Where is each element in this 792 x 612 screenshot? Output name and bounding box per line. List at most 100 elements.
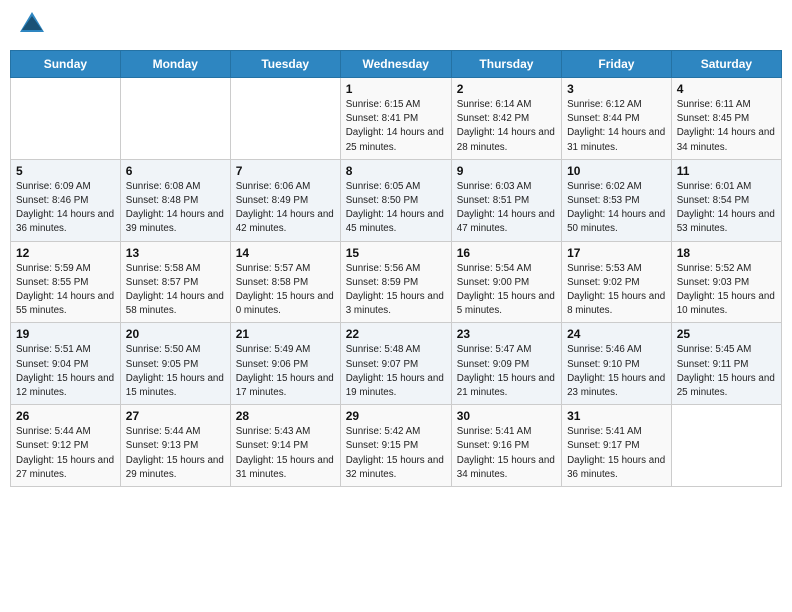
day-number: 2 [457, 82, 556, 96]
calendar-week-row: 5Sunrise: 6:09 AM Sunset: 8:46 PM Daylig… [11, 159, 782, 241]
day-info: Sunrise: 5:58 AM Sunset: 8:57 PM Dayligh… [126, 262, 225, 319]
day-info: Sunrise: 5:54 AM Sunset: 9:00 PM Dayligh… [457, 262, 556, 319]
day-info: Sunrise: 6:14 AM Sunset: 8:42 PM Dayligh… [457, 98, 556, 155]
day-number: 18 [677, 246, 776, 260]
day-of-week-header: Thursday [451, 51, 561, 78]
calendar-week-row: 26 Sunrise: 5:44 AM Sunset: 9:12 PM Dayli… [11, 405, 782, 487]
calendar-cell: 16 Sunrise: 5:54 AM Sunset: 9:00 PM Dayli… [451, 241, 561, 323]
day-info: Sunrise: 5:50 AM Sunset: 9:05 PM Dayligh… [126, 343, 225, 400]
calendar-cell [120, 78, 230, 160]
day-info: Sunrise: 5:51 AM Sunset: 9:04 PM Dayligh… [16, 343, 115, 400]
day-number: 14 [236, 246, 335, 260]
calendar-cell: 6 Sunrise: 6:08 AM Sunset: 8:48 PM Daylig… [120, 159, 230, 241]
calendar-cell: 11 Sunrise: 6:01 AM Sunset: 8:54 PM Dayli… [671, 159, 781, 241]
day-number: 30 [457, 409, 556, 423]
calendar-cell: 2 Sunrise: 6:14 AM Sunset: 8:42 PM Daylig… [451, 78, 561, 160]
day-number: 24 [567, 327, 666, 341]
day-number: 23 [457, 327, 556, 341]
day-number: 11 [677, 164, 776, 178]
calendar-cell: 4Sunrise: 6:11 AM Sunset: 8:45 PM Daylig… [671, 78, 781, 160]
day-info: Sunrise: 5:43 AM Sunset: 9:14 PM Dayligh… [236, 425, 335, 482]
day-number: 15 [346, 246, 446, 260]
page-header [10, 10, 782, 42]
day-info: Sunrise: 6:05 AM Sunset: 8:50 PM Dayligh… [346, 180, 446, 237]
calendar-cell: 21 Sunrise: 5:49 AM Sunset: 9:06 PM Dayli… [230, 323, 340, 405]
calendar-cell: 1 Sunrise: 6:15 AM Sunset: 8:41 PM Daylig… [340, 78, 451, 160]
day-of-week-header: Sunday [11, 51, 121, 78]
day-info: Sunrise: 5:56 AM Sunset: 8:59 PM Dayligh… [346, 262, 446, 319]
calendar-cell: 13 Sunrise: 5:58 AM Sunset: 8:57 PM Dayli… [120, 241, 230, 323]
calendar-cell: 28 Sunrise: 5:43 AM Sunset: 9:14 PM Dayli… [230, 405, 340, 487]
day-number: 6 [126, 164, 225, 178]
day-number: 31 [567, 409, 666, 423]
day-number: 27 [126, 409, 225, 423]
day-info: Sunrise: 5:59 AM Sunset: 8:55 PM Dayligh… [16, 262, 115, 319]
day-info: Sunrise: 5:52 AM Sunset: 9:03 PM Dayligh… [677, 262, 776, 319]
calendar-cell: 27 Sunrise: 5:44 AM Sunset: 9:13 PM Dayli… [120, 405, 230, 487]
calendar-cell: 3 Sunrise: 6:12 AM Sunset: 8:44 PM Daylig… [562, 78, 672, 160]
day-number: 12 [16, 246, 115, 260]
day-number: 17 [567, 246, 666, 260]
day-number: 26 [16, 409, 115, 423]
day-number: 29 [346, 409, 446, 423]
day-of-week-header: Wednesday [340, 51, 451, 78]
day-number: 13 [126, 246, 225, 260]
day-info: Sunrise: 5:44 AM Sunset: 9:13 PM Dayligh… [126, 425, 225, 482]
day-number: 3 [567, 82, 666, 96]
calendar-cell: 23Sunrise: 5:47 AM Sunset: 9:09 PM Dayli… [451, 323, 561, 405]
calendar-cell: 22Sunrise: 5:48 AM Sunset: 9:07 PM Dayli… [340, 323, 451, 405]
calendar-cell: 19Sunrise: 5:51 AM Sunset: 9:04 PM Dayli… [11, 323, 121, 405]
day-of-week-header: Saturday [671, 51, 781, 78]
day-number: 8 [346, 164, 446, 178]
day-number: 1 [346, 82, 446, 96]
day-info: Sunrise: 6:15 AM Sunset: 8:41 PM Dayligh… [346, 98, 446, 155]
day-info: Sunrise: 5:49 AM Sunset: 9:06 PM Dayligh… [236, 343, 335, 400]
calendar-cell: 31 Sunrise: 5:41 AM Sunset: 9:17 PM Dayli… [562, 405, 672, 487]
day-info: Sunrise: 6:09 AM Sunset: 8:46 PM Dayligh… [16, 180, 115, 237]
day-info: Sunrise: 5:44 AM Sunset: 9:12 PM Dayligh… [16, 425, 115, 482]
calendar-week-row: 1 Sunrise: 6:15 AM Sunset: 8:41 PM Daylig… [11, 78, 782, 160]
calendar-cell: 24 Sunrise: 5:46 AM Sunset: 9:10 PM Dayli… [562, 323, 672, 405]
day-info: Sunrise: 6:02 AM Sunset: 8:53 PM Dayligh… [567, 180, 666, 237]
day-info: Sunrise: 5:41 AM Sunset: 9:17 PM Dayligh… [567, 425, 666, 482]
calendar-cell: 30 Sunrise: 5:41 AM Sunset: 9:16 PM Dayli… [451, 405, 561, 487]
day-of-week-header: Monday [120, 51, 230, 78]
calendar-header: SundayMondayTuesdayWednesdayThursdayFrid… [11, 51, 782, 78]
calendar-cell: 8 Sunrise: 6:05 AM Sunset: 8:50 PM Daylig… [340, 159, 451, 241]
day-info: Sunrise: 5:41 AM Sunset: 9:16 PM Dayligh… [457, 425, 556, 482]
day-info: Sunrise: 5:48 AM Sunset: 9:07 PM Dayligh… [346, 343, 446, 400]
logo-icon [18, 10, 46, 38]
calendar-cell: 9Sunrise: 6:03 AM Sunset: 8:51 PM Daylig… [451, 159, 561, 241]
day-info: Sunrise: 6:08 AM Sunset: 8:48 PM Dayligh… [126, 180, 225, 237]
calendar-cell: 7 Sunrise: 6:06 AM Sunset: 8:49 PM Daylig… [230, 159, 340, 241]
calendar-cell: 14Sunrise: 5:57 AM Sunset: 8:58 PM Dayli… [230, 241, 340, 323]
days-of-week-row: SundayMondayTuesdayWednesdayThursdayFrid… [11, 51, 782, 78]
day-number: 21 [236, 327, 335, 341]
day-of-week-header: Tuesday [230, 51, 340, 78]
calendar-cell [230, 78, 340, 160]
day-number: 16 [457, 246, 556, 260]
day-info: Sunrise: 5:42 AM Sunset: 9:15 PM Dayligh… [346, 425, 446, 482]
calendar-table: SundayMondayTuesdayWednesdayThursdayFrid… [10, 50, 782, 487]
calendar-cell: 20Sunrise: 5:50 AM Sunset: 9:05 PM Dayli… [120, 323, 230, 405]
calendar-cell: 26 Sunrise: 5:44 AM Sunset: 9:12 PM Dayli… [11, 405, 121, 487]
calendar-week-row: 19Sunrise: 5:51 AM Sunset: 9:04 PM Dayli… [11, 323, 782, 405]
day-info: Sunrise: 6:12 AM Sunset: 8:44 PM Dayligh… [567, 98, 666, 155]
calendar-cell: 17Sunrise: 5:53 AM Sunset: 9:02 PM Dayli… [562, 241, 672, 323]
calendar-body: 1 Sunrise: 6:15 AM Sunset: 8:41 PM Daylig… [11, 78, 782, 487]
day-number: 28 [236, 409, 335, 423]
calendar-cell [671, 405, 781, 487]
day-number: 25 [677, 327, 776, 341]
calendar-cell: 15 Sunrise: 5:56 AM Sunset: 8:59 PM Dayli… [340, 241, 451, 323]
calendar-cell: 12 Sunrise: 5:59 AM Sunset: 8:55 PM Dayli… [11, 241, 121, 323]
day-info: Sunrise: 6:01 AM Sunset: 8:54 PM Dayligh… [677, 180, 776, 237]
day-info: Sunrise: 5:46 AM Sunset: 9:10 PM Dayligh… [567, 343, 666, 400]
day-number: 4 [677, 82, 776, 96]
calendar-cell: 5Sunrise: 6:09 AM Sunset: 8:46 PM Daylig… [11, 159, 121, 241]
day-number: 7 [236, 164, 335, 178]
day-number: 9 [457, 164, 556, 178]
logo [18, 14, 48, 38]
calendar-cell: 10Sunrise: 6:02 AM Sunset: 8:53 PM Dayli… [562, 159, 672, 241]
day-info: Sunrise: 6:06 AM Sunset: 8:49 PM Dayligh… [236, 180, 335, 237]
calendar-cell: 29 Sunrise: 5:42 AM Sunset: 9:15 PM Dayli… [340, 405, 451, 487]
